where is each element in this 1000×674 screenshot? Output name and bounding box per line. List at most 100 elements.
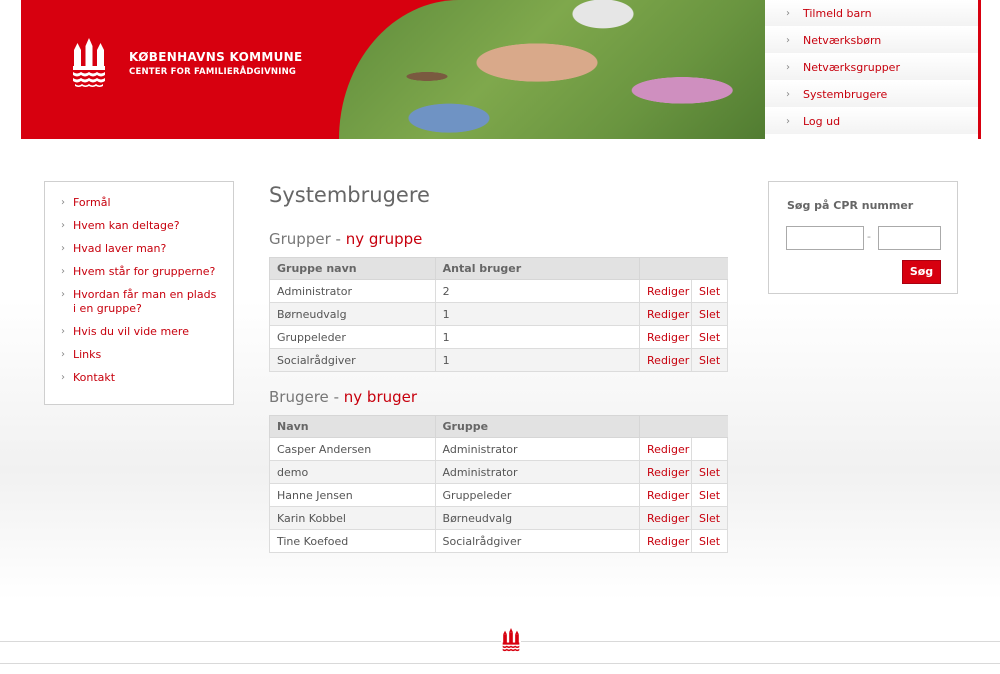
edit-link[interactable]: Rediger xyxy=(639,279,693,303)
groups-heading: Grupper - ny gruppe xyxy=(269,228,729,250)
column-header-user-count: Antal bruger xyxy=(434,257,641,280)
groups-heading-label: Grupper xyxy=(269,230,331,248)
leftmenu-item-hvordan-far-man-plads[interactable]: › Hvordan får man en plads i en gruppe? xyxy=(45,288,233,316)
user-count-cell: 1 xyxy=(434,348,641,372)
leftmenu-item-hvis-du-vil-vide-mere[interactable]: › Hvis du vil vide mere xyxy=(45,325,233,339)
delete-link[interactable]: Slet xyxy=(691,279,728,303)
users-heading: Brugere - ny bruger xyxy=(269,386,729,408)
arrow-icon: › xyxy=(786,62,790,73)
search-button[interactable]: Søg xyxy=(902,260,941,284)
arrow-icon: › xyxy=(786,89,790,100)
column-header-blank xyxy=(691,257,728,280)
arrow-icon: › xyxy=(61,197,65,208)
leftmenu-item-label: Links xyxy=(73,348,102,361)
arrow-icon: › xyxy=(61,289,65,300)
table-header-row: Gruppe navn Antal bruger xyxy=(269,257,728,280)
edit-link[interactable]: Rediger xyxy=(639,460,692,484)
delete-link[interactable]: Slet xyxy=(691,348,728,372)
cpr-search-box: Søg på CPR nummer - Søg xyxy=(768,181,958,294)
column-header-group: Gruppe xyxy=(434,415,641,438)
arrow-icon: › xyxy=(61,349,65,360)
heading-separator: - xyxy=(333,388,339,406)
table-row: Hanne Jensen Gruppeleder Rediger Slet xyxy=(269,483,728,507)
delete-link[interactable]: Slet xyxy=(691,325,728,349)
table-row: Tine Koefoed Socialrådgiver Rediger Slet xyxy=(269,529,728,553)
topnav-item-label: Netværksgrupper xyxy=(803,61,900,74)
column-header-name: Navn xyxy=(269,415,436,438)
topnav-item-netvaerksborn[interactable]: › Netværksbørn xyxy=(765,27,978,54)
table-row: Gruppeleder 1 Rediger Slet xyxy=(269,325,728,349)
delete-link[interactable]: Slet xyxy=(691,460,728,484)
new-group-link[interactable]: ny gruppe xyxy=(346,230,423,248)
page-title: Systembrugere xyxy=(269,183,430,207)
user-group-cell: Socialrådgiver xyxy=(434,529,641,553)
leftmenu-item-label: Formål xyxy=(73,196,111,209)
edit-link[interactable]: Rediger xyxy=(639,483,692,507)
header-photo xyxy=(339,0,779,139)
edit-link[interactable]: Rediger xyxy=(639,325,693,349)
table-row: Børneudvalg 1 Rediger Slet xyxy=(269,302,728,326)
group-name-cell: Administrator xyxy=(269,279,436,303)
user-group-cell: Administrator xyxy=(434,460,641,484)
topnav-item-label: Systembrugere xyxy=(803,88,888,101)
table-row: Socialrådgiver 1 Rediger Slet xyxy=(269,348,728,372)
footer-divider xyxy=(0,663,1000,664)
column-header-blank xyxy=(639,415,692,438)
leftmenu-item-hvem-kan-deltage[interactable]: › Hvem kan deltage? xyxy=(45,219,233,233)
delete-link[interactable]: Slet xyxy=(691,529,728,553)
column-header-group-name: Gruppe navn xyxy=(269,257,436,280)
table-row: Casper Andersen Administrator Rediger xyxy=(269,437,728,461)
table-row: Karin Kobbel Børneudvalg Rediger Slet xyxy=(269,506,728,530)
delete-link[interactable]: Slet xyxy=(691,506,728,530)
user-group-cell: Gruppeleder xyxy=(434,483,641,507)
topnav-item-log-ud[interactable]: › Log ud xyxy=(765,108,978,135)
edit-link[interactable]: Rediger xyxy=(639,506,692,530)
edit-link[interactable]: Rediger xyxy=(639,302,693,326)
user-name-cell: Casper Andersen xyxy=(269,437,436,461)
delete-link[interactable]: Slet xyxy=(691,483,728,507)
topnav-item-systembrugere[interactable]: › Systembrugere xyxy=(765,81,978,108)
topnav-item-tilmeld-barn[interactable]: › Tilmeld barn xyxy=(765,0,978,27)
arrow-icon: › xyxy=(61,326,65,337)
footer-divider xyxy=(0,641,1000,642)
leftmenu-item-hvem-star-for-grupperne[interactable]: › Hvem står for grupperne? xyxy=(45,265,233,279)
topnav-item-netvaerksgrupper[interactable]: › Netværksgrupper xyxy=(765,54,978,81)
arrow-icon: › xyxy=(786,116,790,127)
user-name-cell: Tine Koefoed xyxy=(269,529,436,553)
group-name-cell: Gruppeleder xyxy=(269,325,436,349)
column-header-blank xyxy=(691,415,728,438)
cpr-first-field[interactable] xyxy=(786,226,864,250)
table-row: demo Administrator Rediger Slet xyxy=(269,460,728,484)
edit-link[interactable]: Rediger xyxy=(639,437,692,461)
leftmenu-item-label: Hvem kan deltage? xyxy=(73,219,180,232)
leftmenu-item-label: Hvordan får man en plads i en gruppe? xyxy=(73,288,217,315)
arrow-icon: › xyxy=(786,35,790,46)
edit-link[interactable]: Rediger xyxy=(639,529,692,553)
copenhagen-crest-icon xyxy=(73,38,105,87)
cpr-separator: - xyxy=(867,230,871,243)
leftmenu-item-hvad-laver-man[interactable]: › Hvad laver man? xyxy=(45,242,233,256)
new-user-link[interactable]: ny bruger xyxy=(344,388,417,406)
cpr-second-field[interactable] xyxy=(878,226,941,250)
brand-title: KØBENHAVNS KOMMUNE xyxy=(129,50,303,64)
user-name-cell: demo xyxy=(269,460,436,484)
table-header-row: Navn Gruppe xyxy=(269,415,728,438)
copenhagen-crest-icon xyxy=(501,628,521,654)
delete-link[interactable]: Slet xyxy=(691,302,728,326)
top-navigation: › Tilmeld barn › Netværksbørn › Netværksgru… xyxy=(765,0,978,139)
leftmenu-item-formal[interactable]: › Formål xyxy=(45,196,233,210)
leftmenu-item-label: Kontakt xyxy=(73,371,116,384)
user-group-cell: Administrator xyxy=(434,437,641,461)
main-content: Systembrugere Grupper - ny gruppe Gruppe… xyxy=(269,180,729,553)
edit-link[interactable]: Rediger xyxy=(639,348,693,372)
arrow-icon: › xyxy=(61,266,65,277)
arrow-icon: › xyxy=(786,8,790,19)
user-name-cell: Karin Kobbel xyxy=(269,506,436,530)
users-heading-label: Brugere xyxy=(269,388,329,406)
leftmenu-item-links[interactable]: › Links xyxy=(45,348,233,362)
column-header-blank xyxy=(639,257,692,280)
groups-table: Gruppe navn Antal bruger Administrator 2… xyxy=(269,257,728,372)
delete-link xyxy=(691,437,728,461)
user-count-cell: 1 xyxy=(434,325,641,349)
leftmenu-item-kontakt[interactable]: › Kontakt xyxy=(45,371,233,385)
